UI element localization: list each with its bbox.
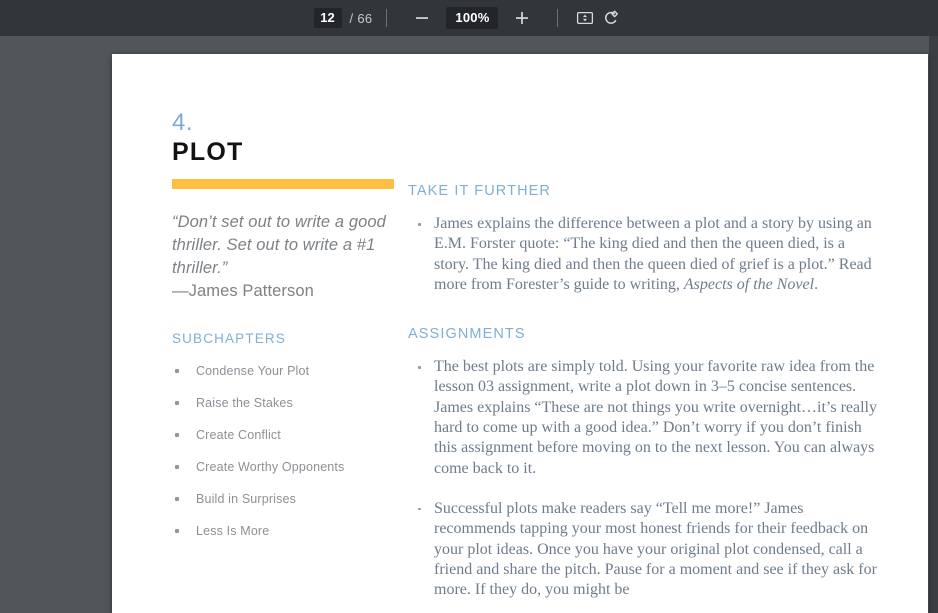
pull-quote-attribution: —James Patterson [172, 282, 314, 300]
subchapter-label: Less Is More [196, 524, 270, 538]
list-item[interactable]: Create Worthy Opponents [172, 459, 397, 475]
rotate-button[interactable] [598, 5, 624, 31]
book-title: Aspects of the Novel [683, 275, 815, 293]
subchapters-heading: SUBCHAPTERS [172, 331, 286, 346]
list-item: The best plots are simply told. Using yo… [408, 357, 878, 479]
list-item: James explains the difference between a … [408, 214, 878, 295]
fit-page-button[interactable] [572, 5, 598, 31]
pdf-viewer: / 66 100% [0, 0, 938, 613]
list-item[interactable]: Raise the Stakes [172, 395, 397, 411]
subchapter-label: Create Conflict [196, 428, 281, 442]
paragraph-text: The best plots are simply told. Using yo… [434, 358, 877, 477]
pull-quote: “Don’t set out to write a good thriller.… [172, 211, 397, 303]
chapter-number: 4. [172, 109, 194, 136]
take-it-further-heading: TAKE IT FURTHER [408, 183, 551, 199]
bullet-icon [175, 497, 179, 501]
toolbar-separator-1 [386, 9, 388, 27]
page-navigation-group: / 66 [313, 0, 373, 36]
subchapter-label: Build in Surprises [196, 492, 296, 506]
pdf-page: 4. PLOT “Don’t set out to write a good t… [112, 54, 928, 613]
subchapter-label: Raise the Stakes [196, 396, 293, 410]
list-item[interactable]: Condense Your Plot [172, 363, 397, 379]
list-item[interactable]: Build in Surprises [172, 491, 397, 507]
subchapter-label: Condense Your Plot [196, 364, 310, 378]
subchapter-list: Condense Your Plot Raise the Stakes Crea… [172, 363, 397, 539]
bullet-icon [175, 401, 179, 405]
bullet-icon [418, 366, 421, 369]
zoom-in-button[interactable] [509, 5, 535, 31]
page-right-column: TAKE IT FURTHER James explains the diffe… [408, 182, 878, 613]
bullet-icon [175, 369, 179, 373]
take-it-further-list: James explains the difference between a … [408, 214, 878, 295]
list-item: Successful plots make readers say “Tell … [408, 499, 878, 600]
assignments-list: The best plots are simply told. Using yo… [408, 357, 878, 600]
page-left-column: 4. PLOT “Don’t set out to write a good t… [172, 110, 397, 555]
pdf-toolbar: / 66 100% [0, 0, 938, 36]
list-item[interactable]: Less Is More [172, 523, 397, 539]
bullet-icon [175, 433, 179, 437]
bullet-icon [418, 223, 421, 226]
pull-quote-text: “Don’t set out to write a good thriller.… [172, 213, 386, 277]
zoom-level-display[interactable]: 100% [446, 7, 499, 29]
subchapter-label: Create Worthy Opponents [196, 460, 345, 474]
accent-rule [172, 179, 394, 189]
page-title: PLOT [172, 138, 244, 166]
assignments-heading: ASSIGNMENTS [408, 326, 526, 343]
toolbar-separator-2 [557, 9, 559, 27]
bullet-icon [418, 507, 421, 511]
list-item[interactable]: Create Conflict [172, 427, 397, 443]
vertical-scrollbar[interactable] [929, 36, 938, 613]
bullet-icon [175, 529, 179, 533]
paragraph-text-end: . [814, 275, 819, 293]
page-total-label: / 66 [349, 10, 373, 26]
zoom-out-button[interactable] [409, 5, 435, 31]
bullet-icon [175, 465, 179, 469]
paragraph-text: Successful plots make readers say “Tell … [434, 499, 877, 599]
page-number-input[interactable] [313, 8, 342, 28]
